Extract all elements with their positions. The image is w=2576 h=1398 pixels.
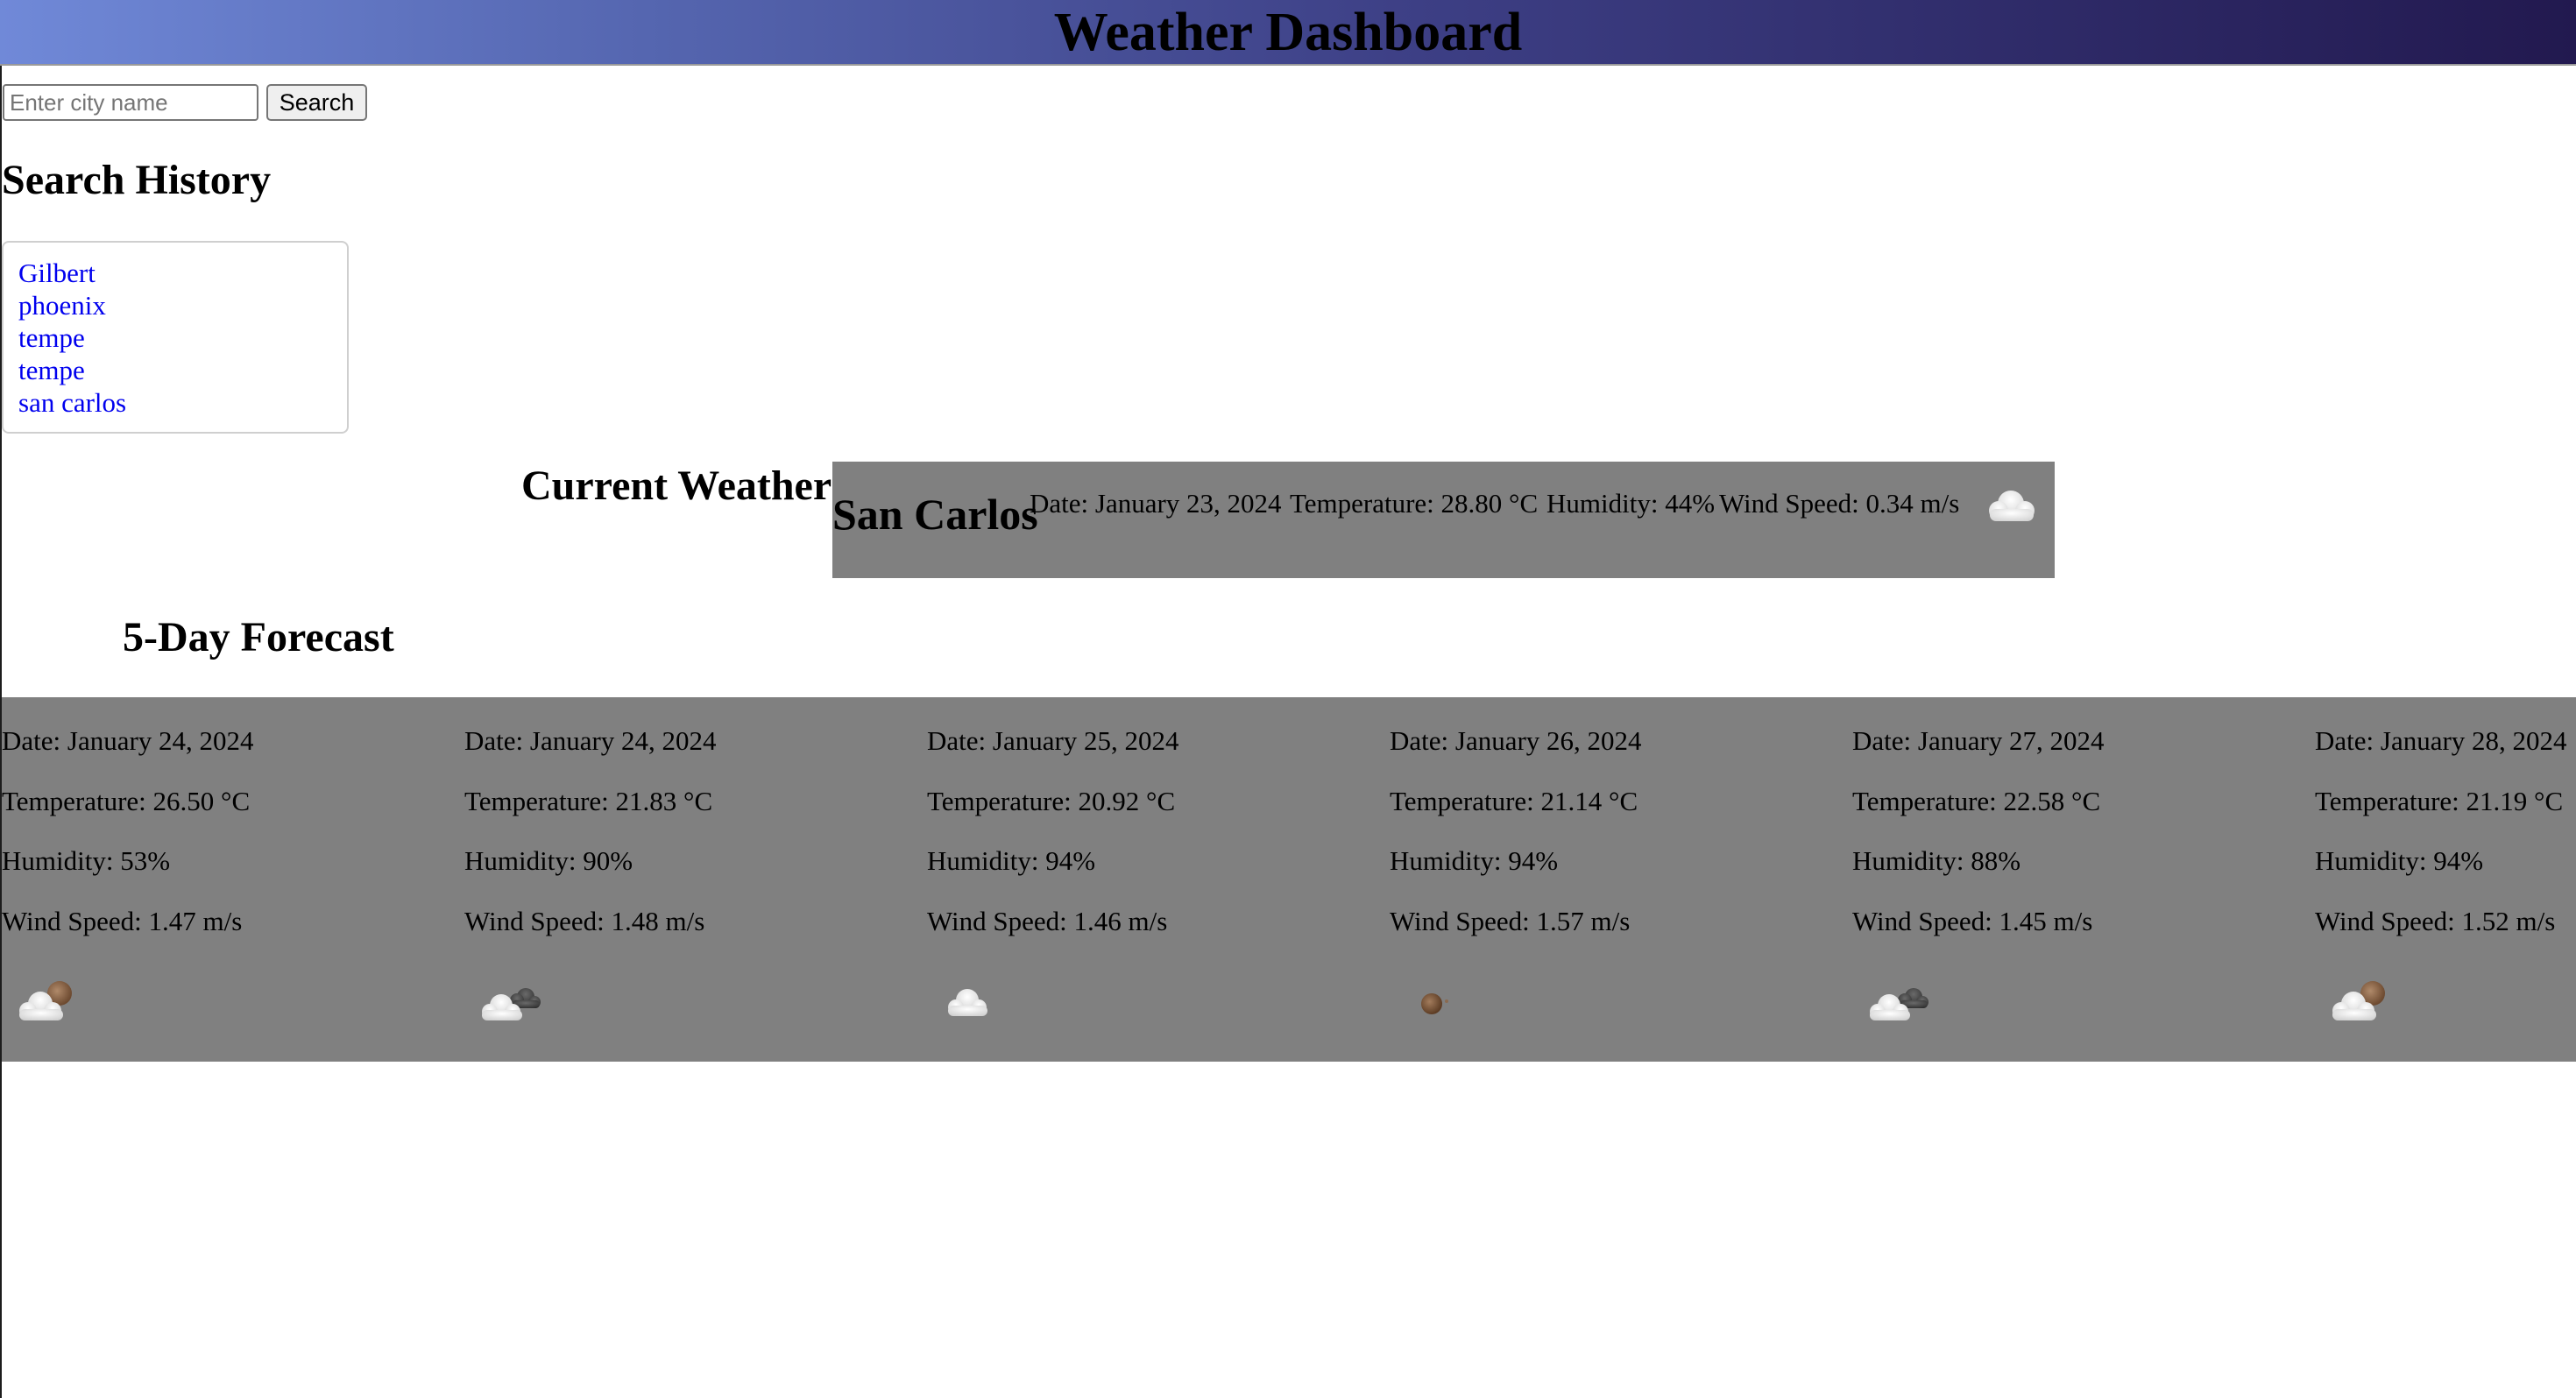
forecast-date: Date: January 27, 2024 xyxy=(1852,725,2105,756)
history-item-phoenix[interactable]: phoenix xyxy=(18,289,347,321)
forecast-humidity: Humidity: 88% xyxy=(1852,845,2021,876)
partly-cloudy-icon xyxy=(19,981,72,1020)
search-button[interactable]: Search xyxy=(266,84,367,121)
forecast-wind-speed: Wind Speed: 1.47 m/s xyxy=(2,906,243,936)
search-history-list: Gilbert phoenix tempe tempe san carlos xyxy=(2,241,349,434)
forecast-card: Date: January 24, 2024 Temperature: 21.8… xyxy=(464,697,927,1062)
forecast-temperature: Temperature: 20.92 °C xyxy=(927,786,1176,816)
history-item-san-carlos[interactable]: san carlos xyxy=(18,386,347,419)
history-item-tempe-2[interactable]: tempe xyxy=(18,354,347,386)
forecast-heading: 5-Day Forecast xyxy=(123,614,394,660)
forecast-date: Date: January 25, 2024 xyxy=(927,725,1179,756)
forecast-date: Date: January 26, 2024 xyxy=(1390,725,1642,756)
forecast-wind-speed: Wind Speed: 1.45 m/s xyxy=(1852,906,2093,936)
city-search-input[interactable] xyxy=(3,84,258,121)
current-weather-heading: Current Weather xyxy=(521,462,832,509)
current-humidity: Humidity: 44% xyxy=(1546,488,1716,519)
cloud-icon xyxy=(1989,491,2035,521)
current-weather-card: San Carlos Date: January 23, 2024 Temper… xyxy=(832,462,2055,578)
forecast-wind-speed: Wind Speed: 1.57 m/s xyxy=(1390,906,1631,936)
forecast-card: Date: January 26, 2024 Temperature: 21.1… xyxy=(1390,697,1852,1062)
forecast-humidity: Humidity: 94% xyxy=(1390,845,1559,876)
forecast-wind-speed: Wind Speed: 1.46 m/s xyxy=(927,906,1168,936)
forecast-temperature: Temperature: 21.83 °C xyxy=(464,786,713,816)
forecast-humidity: Humidity: 94% xyxy=(927,845,1096,876)
search-history-heading: Search History xyxy=(2,157,272,203)
current-date: Date: January 23, 2024 xyxy=(1030,488,1282,519)
history-item-gilbert[interactable]: Gilbert xyxy=(18,257,347,289)
current-city-name: San Carlos xyxy=(832,490,1038,539)
partly-cloudy-icon xyxy=(2332,981,2385,1020)
broken-clouds-icon xyxy=(1870,988,1928,1020)
page-header: Weather Dashboard xyxy=(0,0,2576,66)
clear-night-icon xyxy=(1421,993,1448,1014)
history-item-tempe[interactable]: tempe xyxy=(18,321,347,354)
forecast-list: Date: January 24, 2024 Temperature: 26.5… xyxy=(2,697,2576,1062)
forecast-card: Date: January 25, 2024 Temperature: 20.9… xyxy=(927,697,1390,1062)
forecast-temperature: Temperature: 21.19 °C xyxy=(2315,786,2564,816)
forecast-humidity: Humidity: 90% xyxy=(464,845,633,876)
forecast-temperature: Temperature: 22.58 °C xyxy=(1852,786,2101,816)
forecast-card: Date: January 28, 2024 Temperature: 21.1… xyxy=(2315,697,2576,1062)
cloud-icon xyxy=(948,989,987,1016)
forecast-temperature: Temperature: 26.50 °C xyxy=(2,786,251,816)
forecast-date: Date: January 24, 2024 xyxy=(464,725,717,756)
forecast-date: Date: January 24, 2024 xyxy=(2,725,254,756)
forecast-wind-speed: Wind Speed: 1.48 m/s xyxy=(464,906,705,936)
forecast-card: Date: January 24, 2024 Temperature: 26.5… xyxy=(2,697,464,1062)
forecast-temperature: Temperature: 21.14 °C xyxy=(1390,786,1638,816)
forecast-card: Date: January 27, 2024 Temperature: 22.5… xyxy=(1852,697,2315,1062)
broken-clouds-icon xyxy=(482,988,541,1020)
forecast-date: Date: January 28, 2024 xyxy=(2315,725,2567,756)
forecast-humidity: Humidity: 94% xyxy=(2315,845,2484,876)
forecast-wind-speed: Wind Speed: 1.52 m/s xyxy=(2315,906,2556,936)
forecast-humidity: Humidity: 53% xyxy=(2,845,171,876)
current-wind-speed: Wind Speed: 0.34 m/s xyxy=(1719,488,1960,519)
current-temperature: Temperature: 28.80 °C xyxy=(1290,488,1539,519)
page-title: Weather Dashboard xyxy=(1053,3,1523,62)
